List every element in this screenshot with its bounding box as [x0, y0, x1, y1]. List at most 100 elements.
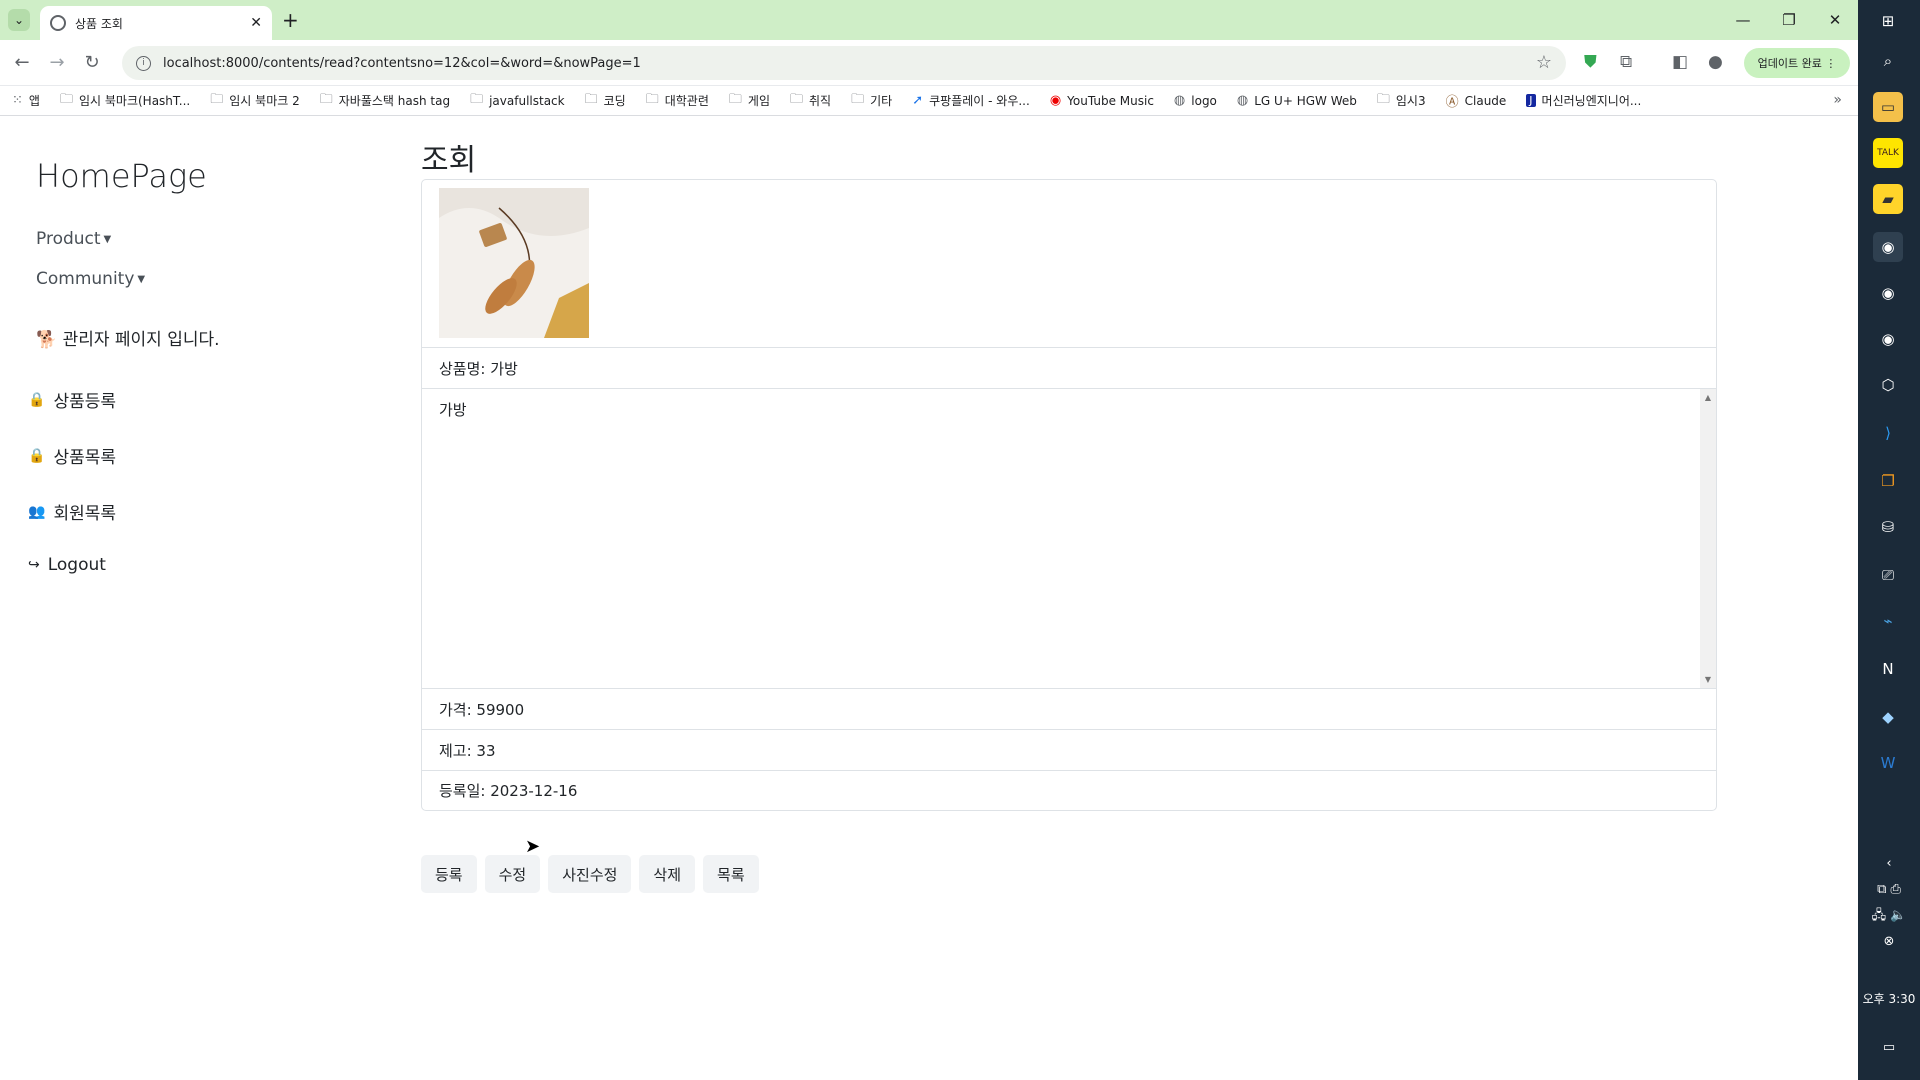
tab-search-button[interactable]: ⌄: [8, 9, 30, 31]
site-info-icon[interactable]: i: [136, 55, 151, 71]
bookmark-folder[interactable]: 🗀 대학관련: [646, 90, 709, 112]
bookmark-folder[interactable]: 🗀 자바풀스택 hash tag: [320, 90, 450, 112]
taskbar-clock[interactable]: 오후 3:30: [1858, 990, 1920, 1007]
bookmark-link[interactable]: J 머신러닝엔지니어...: [1526, 92, 1641, 109]
tab-active[interactable]: 상품 조회 ✕: [40, 6, 272, 40]
folder-icon: 🗀: [319, 91, 333, 107]
shield-extension-icon[interactable]: ⛊: [1584, 52, 1597, 72]
folder-icon: 🗀: [210, 91, 224, 107]
description-scrollbar[interactable]: ▲ ▼: [1700, 389, 1716, 688]
youtube-music-icon: ◉: [1049, 93, 1062, 108]
word-icon[interactable]: W: [1873, 748, 1903, 778]
image-row: [422, 180, 1716, 348]
sidebar-item-product-create[interactable]: 🔒 상품등록: [28, 387, 116, 413]
vscode-icon[interactable]: ⟩: [1873, 418, 1903, 448]
forward-button[interactable]: →: [45, 52, 69, 73]
tab-title: 상품 조회: [75, 16, 123, 31]
admin-icon: 🐕: [36, 330, 63, 350]
bookmark-apps[interactable]: ⁙ 앱: [12, 92, 40, 109]
bookmark-folder[interactable]: 🗀 임시 북마크(HashT...: [60, 90, 190, 112]
product-dropdown[interactable]: Product ▼: [36, 229, 111, 249]
delete-button[interactable]: 삭제: [639, 855, 696, 893]
bookmark-link[interactable]: ◍ logo: [1174, 93, 1217, 108]
bag-icon: 🔒: [28, 391, 46, 408]
edit-button[interactable]: 수정: [484, 855, 541, 893]
notification-icon[interactable]: ▭: [1858, 1040, 1920, 1055]
bookmark-link[interactable]: ➚ 쿠팡플레이 - 와우...: [912, 92, 1030, 109]
bookmark-star-icon[interactable]: ☆: [1536, 52, 1552, 73]
main-panel: 조회 상품명: 가방 가방 ▲ ▼ 가격: 59900 제고: 33 등록일: …: [421, 135, 1717, 893]
browser-toolbar: ← → ↻ i localhost:8000/contents/read?con…: [0, 40, 1858, 86]
sidebar-item-logout[interactable]: ↪ Logout: [28, 555, 106, 575]
sidebar-item-member-list[interactable]: 👥 회원목록: [28, 499, 116, 525]
bookmark-link[interactable]: ◉ YouTube Music: [1050, 93, 1154, 108]
search-icon[interactable]: ⌕: [1873, 46, 1903, 76]
reload-button[interactable]: ↻: [80, 52, 104, 73]
eraser-app-icon[interactable]: ◆: [1873, 702, 1903, 732]
tab-close-icon[interactable]: ✕: [250, 15, 262, 31]
caret-down-icon: ▼: [137, 273, 146, 285]
admin-notice: 🐕 관리자 페이지 입니다.: [36, 330, 220, 350]
mouse-cursor-icon: ➤: [525, 836, 541, 857]
minimize-button[interactable]: —: [1720, 0, 1766, 40]
reg-date-row: 등록일: 2023-12-16: [439, 782, 578, 800]
network-volume-icons[interactable]: 🖧 🔈: [1858, 906, 1920, 928]
folder-icon: 🗀: [728, 91, 742, 107]
bookmark-folder[interactable]: 🗀 취직: [790, 90, 831, 112]
new-tab-button[interactable]: +: [282, 8, 299, 32]
tray-close-icon[interactable]: ⊗: [1858, 934, 1920, 949]
bookmark-folder[interactable]: 🗀 게임: [729, 90, 770, 112]
sql-app-icon[interactable]: ⛁: [1873, 512, 1903, 542]
sidebar-item-product-list[interactable]: 🔒 상품목록: [28, 443, 116, 469]
profile-icon[interactable]: ●: [1708, 52, 1723, 72]
network-tool-icon[interactable]: ⌁: [1873, 606, 1903, 636]
side-panel-icon[interactable]: ◧: [1672, 52, 1688, 72]
tray-icons[interactable]: ⧉ ⎙: [1858, 882, 1920, 897]
chrome-profile-icon[interactable]: ◉: [1873, 278, 1903, 308]
copy-app-icon[interactable]: ❐: [1873, 466, 1903, 496]
bookmark-folder[interactable]: 🗀 코딩: [585, 90, 626, 112]
description-area[interactable]: 가방 ▲ ▼: [422, 389, 1716, 689]
caret-down-icon: ▼: [103, 233, 112, 245]
brand-link[interactable]: HomePage: [36, 157, 207, 195]
close-window-button[interactable]: ✕: [1812, 0, 1858, 40]
bookmark-link[interactable]: ◍ LG U+ HGW Web: [1237, 93, 1357, 108]
product-photo: [439, 188, 589, 338]
address-bar[interactable]: i localhost:8000/contents/read?contentsn…: [122, 46, 1566, 80]
restore-button[interactable]: ❐: [1766, 0, 1812, 40]
logout-icon: ↪: [28, 557, 40, 573]
file-explorer-icon[interactable]: ▭: [1873, 92, 1903, 122]
chrome-icon[interactable]: ◉: [1873, 232, 1903, 262]
list-button[interactable]: 목록: [703, 855, 759, 893]
stock-row: 제고: 33: [422, 730, 1716, 771]
chrome-alt-icon[interactable]: ◉: [1873, 324, 1903, 354]
bookmark-folder[interactable]: 🗀 임시 북마크 2: [210, 90, 299, 112]
scroll-up-icon[interactable]: ▲: [1700, 393, 1716, 402]
scroll-down-icon[interactable]: ▼: [1700, 675, 1716, 684]
update-label: 업데이트 완료: [1757, 57, 1822, 70]
more-bookmarks-icon[interactable]: »: [1833, 92, 1842, 108]
notion-icon[interactable]: N: [1873, 654, 1903, 684]
coupang-play-icon: ➚: [912, 93, 924, 108]
back-button[interactable]: ←: [10, 52, 34, 73]
globe-icon: [50, 15, 66, 31]
bookmark-folder[interactable]: 🗀 기타: [851, 90, 892, 112]
extensions-icon[interactable]: ⧉: [1620, 52, 1632, 72]
sticky-notes-icon[interactable]: ▰: [1873, 184, 1903, 214]
remote-desktop-icon[interactable]: ⎚: [1873, 560, 1903, 590]
box-app-icon[interactable]: ⬡: [1873, 370, 1903, 400]
edit-photo-button[interactable]: 사진수정: [548, 855, 632, 893]
update-button[interactable]: 업데이트 완료 ⋮: [1744, 48, 1850, 78]
bookmark-link[interactable]: Ⓐ Claude: [1446, 91, 1507, 111]
tab-strip: ⌄ 상품 조회 ✕ + — ❐ ✕: [0, 0, 1858, 40]
kakaotalk-icon[interactable]: TALK: [1873, 138, 1903, 168]
community-dropdown[interactable]: Community ▼: [36, 269, 145, 289]
product-name: 상품명: 가방: [422, 348, 1716, 389]
action-buttons: 등록 수정 사진수정 삭제 목록: [421, 855, 767, 893]
bookmark-folder[interactable]: 🗀 임시3: [1377, 90, 1426, 112]
create-button[interactable]: 등록: [421, 855, 477, 893]
bookmark-folder[interactable]: 🗀 javafullstack: [470, 90, 565, 112]
tray-chevron-icon[interactable]: ‹: [1858, 856, 1920, 871]
start-icon[interactable]: ⊞: [1873, 6, 1903, 36]
folder-icon: 🗀: [790, 91, 804, 107]
